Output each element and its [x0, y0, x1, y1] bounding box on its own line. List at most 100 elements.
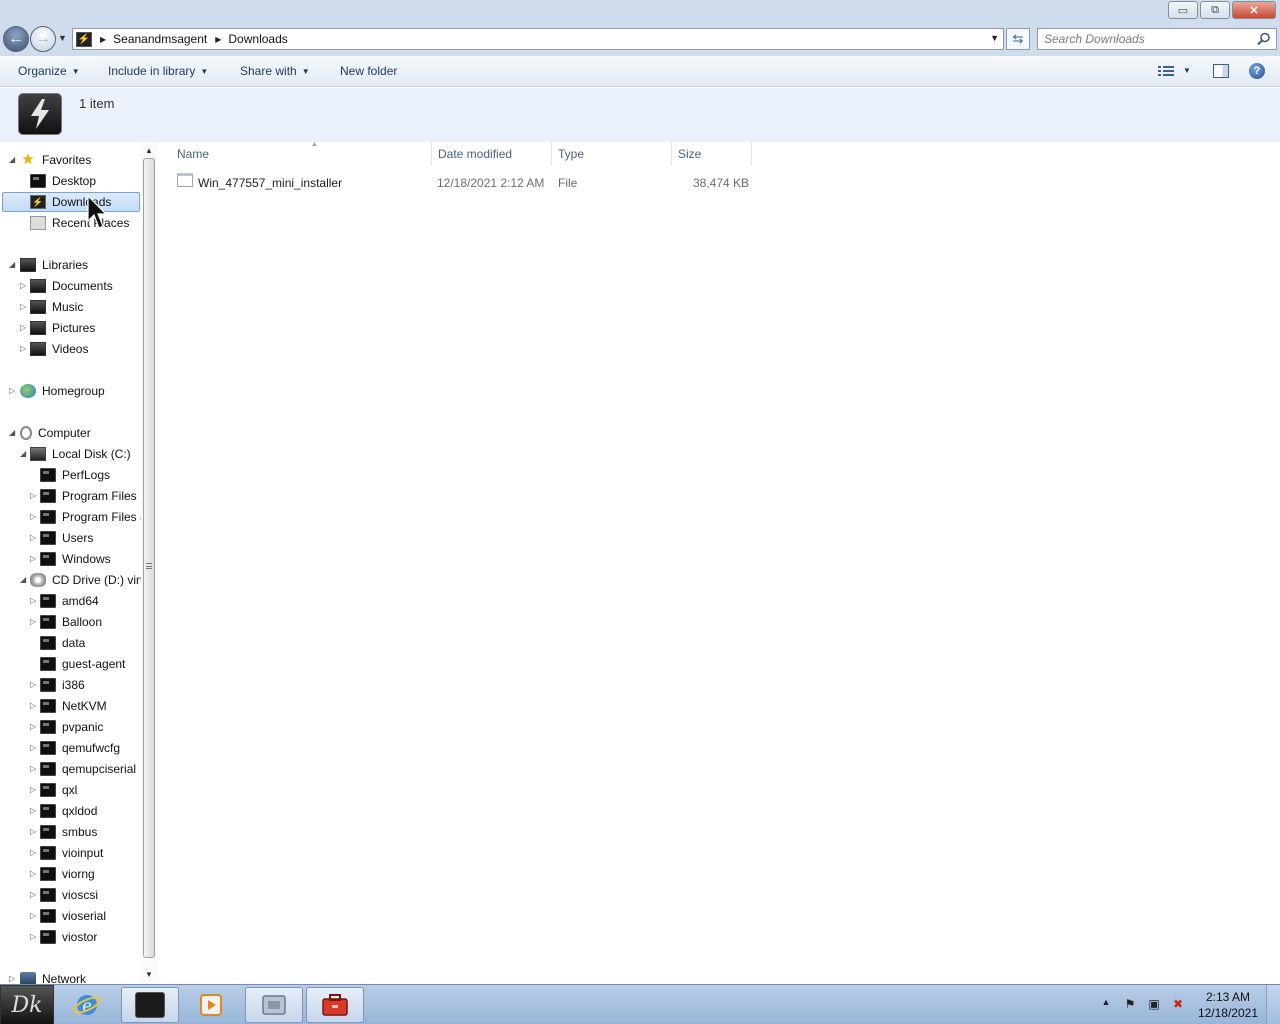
nav-music[interactable]: Music: [30, 297, 83, 317]
search-input[interactable]: [1044, 32, 1254, 46]
expand-network-icon[interactable]: ▷: [9, 974, 15, 983]
search-icon[interactable]: [1257, 32, 1271, 46]
recent-pages-dropdown[interactable]: ▼: [58, 33, 67, 43]
chevron-right-icon[interactable]: ▶: [215, 35, 221, 44]
expand-local-disk-icon[interactable]: ◢: [20, 449, 26, 458]
nav-documents[interactable]: Documents: [30, 276, 113, 296]
nav-folder[interactable]: vioserial: [40, 906, 106, 926]
column-header-type[interactable]: Type: [552, 142, 672, 166]
nav-folder[interactable]: PerfLogs: [40, 465, 110, 485]
organize-button[interactable]: Organize ▼: [18, 64, 80, 78]
nav-folder[interactable]: viostor: [40, 927, 97, 947]
nav-folder[interactable]: amd64: [40, 591, 99, 611]
scroll-up-icon[interactable]: ▲: [141, 144, 157, 158]
help-icon[interactable]: ?: [1249, 63, 1265, 79]
nav-folder[interactable]: vioscsi: [40, 885, 98, 905]
nav-folder[interactable]: Program Files (: [40, 507, 144, 527]
taskbar-explorer[interactable]: [121, 987, 179, 1023]
nav-desktop[interactable]: Desktop: [30, 171, 96, 191]
expand-videos-icon[interactable]: ▷: [20, 344, 26, 353]
expand-folder-icon[interactable]: ▷: [30, 785, 36, 794]
nav-pictures[interactable]: Pictures: [30, 318, 95, 338]
nav-folder[interactable]: data: [40, 633, 85, 653]
nav-network[interactable]: Network: [20, 969, 86, 984]
back-button[interactable]: ←: [3, 26, 29, 52]
column-header-date[interactable]: Date modified: [432, 142, 552, 166]
taskbar-media-player[interactable]: [182, 987, 240, 1023]
nav-scrollbar[interactable]: ▲ ▼: [141, 142, 157, 984]
search-box[interactable]: [1037, 28, 1277, 50]
address-dropdown-icon[interactable]: ▼: [990, 33, 999, 43]
nav-downloads[interactable]: ⚡ Downloads: [2, 192, 140, 212]
nav-folder[interactable]: qxldod: [40, 801, 97, 821]
nav-folder[interactable]: vioinput: [40, 843, 103, 863]
close-button[interactable]: ✕: [1232, 1, 1276, 19]
taskbar-internet-explorer[interactable]: e: [58, 987, 116, 1023]
refresh-button[interactable]: ⇆: [1006, 28, 1030, 50]
forward-button[interactable]: →: [30, 26, 56, 52]
expand-folder-icon[interactable]: ▷: [30, 764, 36, 773]
expand-pictures-icon[interactable]: ▷: [20, 323, 26, 332]
share-with-button[interactable]: Share with ▼: [240, 64, 310, 78]
nav-videos[interactable]: Videos: [30, 339, 88, 359]
breadcrumb-user[interactable]: Seanandmsagent: [113, 32, 207, 46]
nav-folder[interactable]: Windows: [40, 549, 111, 569]
column-header-size[interactable]: Size: [672, 142, 752, 166]
scroll-down-icon[interactable]: ▼: [141, 968, 157, 982]
start-button[interactable]: Dk: [0, 985, 54, 1024]
taskbar-toolbox[interactable]: [306, 987, 364, 1023]
action-center-flag-icon[interactable]: ⚑: [1122, 997, 1138, 1013]
maximize-button[interactable]: ⧉: [1200, 1, 1230, 19]
expand-folder-icon[interactable]: ▷: [30, 722, 36, 731]
expand-folder-icon[interactable]: ▷: [30, 911, 36, 920]
expand-folder-icon[interactable]: ▷: [30, 806, 36, 815]
expand-folder-icon[interactable]: ▷: [30, 533, 36, 542]
expand-folder-icon[interactable]: ▷: [30, 512, 36, 521]
include-in-library-button[interactable]: Include in library ▼: [108, 64, 208, 78]
preview-pane-icon[interactable]: [1213, 64, 1229, 78]
scroll-thumb[interactable]: [143, 158, 155, 958]
expand-folder-icon[interactable]: ▷: [30, 701, 36, 710]
show-hidden-icons-icon[interactable]: ▲: [1098, 997, 1114, 1013]
expand-libraries-icon[interactable]: ◢: [9, 260, 15, 269]
expand-computer-icon[interactable]: ◢: [9, 428, 15, 437]
expand-folder-icon[interactable]: ▷: [30, 743, 36, 752]
nav-folder[interactable]: NetKVM: [40, 696, 107, 716]
nav-libraries[interactable]: Libraries: [20, 255, 88, 275]
expand-folder-icon[interactable]: ▷: [30, 869, 36, 878]
nav-folder[interactable]: pvpanic: [40, 717, 103, 737]
address-bar[interactable]: ⚡ ▶ Seanandmsagent ▶ Downloads ▼: [72, 28, 1004, 50]
new-folder-button[interactable]: New folder: [340, 64, 397, 78]
nav-computer[interactable]: Computer: [20, 423, 91, 443]
file-row[interactable]: Win_477557_mini_installer 12/18/2021 2:1…: [173, 172, 753, 194]
clock[interactable]: 2:13 AM 12/18/2021: [1198, 989, 1258, 1021]
expand-homegroup-icon[interactable]: ▷: [9, 386, 15, 395]
expand-folder-icon[interactable]: ▷: [30, 617, 36, 626]
expand-cd-drive-icon[interactable]: ◢: [20, 575, 26, 584]
nav-folder[interactable]: guest-agent: [40, 654, 125, 674]
minimize-button[interactable]: ▭: [1168, 1, 1198, 19]
nav-favorites[interactable]: ★ Favorites: [20, 150, 91, 170]
taskbar-app[interactable]: [245, 987, 303, 1023]
expand-folder-icon[interactable]: ▷: [30, 827, 36, 836]
show-desktop-button[interactable]: [1266, 985, 1280, 1024]
expand-folder-icon[interactable]: ▷: [30, 596, 36, 605]
expand-favorites-icon[interactable]: ◢: [9, 155, 15, 164]
nav-folder[interactable]: Users: [40, 528, 93, 548]
change-view-icon[interactable]: [1158, 65, 1174, 77]
expand-folder-icon[interactable]: ▷: [30, 890, 36, 899]
chevron-right-icon[interactable]: ▶: [100, 35, 106, 44]
nav-local-disk[interactable]: Local Disk (C:): [30, 444, 131, 464]
nav-recent-places[interactable]: Recent Places: [30, 213, 129, 233]
nav-cd-drive[interactable]: CD Drive (D:) virt: [30, 570, 143, 590]
volume-muted-icon[interactable]: ✖: [1170, 997, 1186, 1013]
expand-folder-icon[interactable]: ▷: [30, 491, 36, 500]
breadcrumb-downloads[interactable]: Downloads: [228, 32, 287, 46]
expand-folder-icon[interactable]: ▷: [30, 680, 36, 689]
nav-folder[interactable]: viorng: [40, 864, 95, 884]
nav-folder[interactable]: Balloon: [40, 612, 102, 632]
expand-folder-icon[interactable]: ▷: [30, 848, 36, 857]
view-options-dropdown[interactable]: ▼: [1183, 66, 1191, 75]
nav-folder[interactable]: qxl: [40, 780, 77, 800]
nav-folder[interactable]: Program Files: [40, 486, 137, 506]
